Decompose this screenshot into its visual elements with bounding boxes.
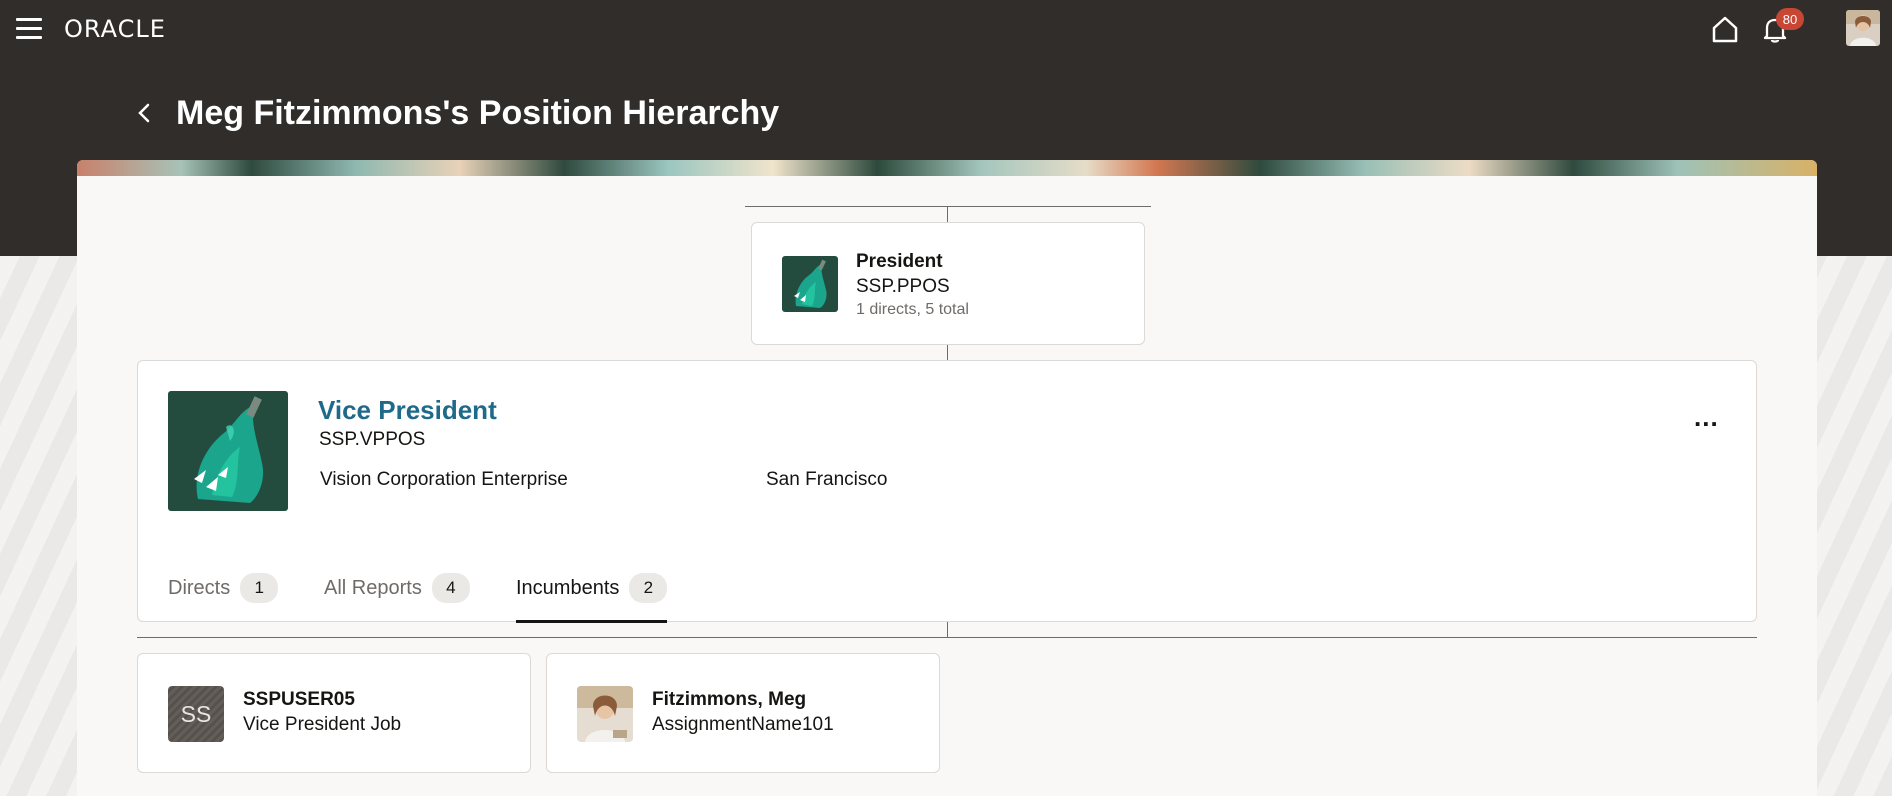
tab-count-badge: 2 [629,573,668,603]
position-code: SSP.VPPOS [319,429,426,450]
parent-position-card[interactable]: President SSP.PPOS 1 directs, 5 total [751,222,1145,345]
position-location: San Francisco [766,469,888,490]
position-title-link[interactable]: Vice President [318,395,497,426]
incumbent-name: Fitzimmons, Meg [652,689,807,710]
incumbent-card[interactable]: Fitzimmons, Meg AssignmentName101 [546,653,940,773]
initials-avatar: SS [168,686,224,742]
position-thumbnail [168,391,288,511]
global-header: ORACLE 80 [0,0,1892,58]
tab-directs[interactable]: Directs 1 [168,573,279,623]
user-avatar[interactable] [1846,10,1880,46]
connector-line [947,622,948,637]
tab-label: All Reports [324,577,422,599]
parent-position-title: President [856,251,943,272]
hamburger-menu-icon[interactable] [16,18,42,39]
incumbent-job: AssignmentName101 [652,714,834,735]
tab-label: Directs [168,577,231,599]
incumbent-job: Vice President Job [243,714,402,735]
page-title: Meg Fitzimmons's Position Hierarchy [176,94,780,132]
parent-position-counts: 1 directs, 5 total [856,301,969,318]
position-thumbnail [782,256,838,312]
back-chevron-icon[interactable] [134,100,154,126]
decorative-banner [77,160,1817,176]
position-detail-card: Vice President SSP.VPPOS Vision Corporat… [137,360,1757,623]
connector-line [137,637,1757,638]
incumbent-name: SSPUSER05 [243,689,355,710]
oracle-logo: ORACLE [64,15,166,43]
avatar [577,686,633,742]
more-actions-icon[interactable]: ... [1694,404,1724,431]
notification-badge: 80 [1776,8,1804,30]
tab-label: Incumbents [516,577,620,599]
connector-line [947,345,948,360]
connector-line [745,206,1151,207]
connector-line [947,206,948,222]
tab-all-reports[interactable]: All Reports 4 [324,573,470,623]
tab-count-badge: 4 [431,573,470,603]
position-organization: Vision Corporation Enterprise [320,469,568,490]
tab-incumbents[interactable]: Incumbents 2 [516,573,668,623]
tab-count-badge: 1 [240,573,279,603]
incumbent-card[interactable]: SS SSPUSER05 Vice President Job [137,653,531,773]
home-icon[interactable] [1710,14,1740,44]
parent-position-code: SSP.PPOS [856,276,950,297]
